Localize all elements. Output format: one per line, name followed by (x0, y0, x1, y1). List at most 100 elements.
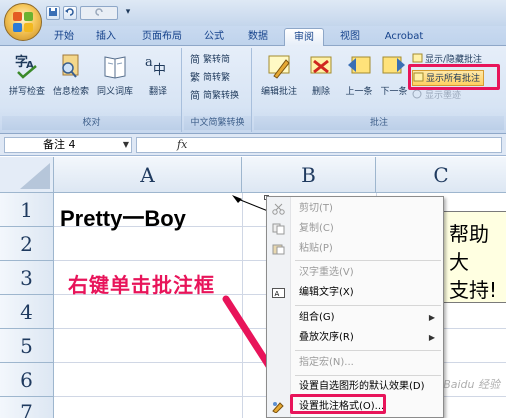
tab-acrobat[interactable]: Acrobat (378, 28, 430, 46)
svg-text:简: 简 (190, 53, 200, 64)
menu-item-label: 指定宏(N)... (299, 357, 354, 368)
chinese-conversion-label: 简繁转换 (203, 91, 240, 101)
menu-separator (295, 260, 441, 261)
menu-item-label: 编辑文字(X) (299, 287, 354, 298)
edit-text-icon: A (272, 287, 285, 299)
undo-icon[interactable] (63, 6, 77, 20)
menu-item-paste[interactable]: 粘贴(P) (267, 239, 443, 259)
row-header-3[interactable]: 3 (0, 261, 54, 295)
svg-text:繁: 繁 (190, 71, 200, 82)
group-proofing: 字A 拼写检查 信息检索 同义词库 a中 翻译 校对 (2, 48, 182, 132)
redo-icon[interactable] (80, 6, 118, 20)
menu-item-group[interactable]: 组合(G) ▶ (267, 308, 443, 328)
format-comment-icon (272, 401, 285, 414)
tab-formulas[interactable]: 公式 (196, 28, 232, 46)
research-button[interactable]: 信息检索 (50, 52, 92, 97)
trad-to-simp-button[interactable]: 简繁转简 (190, 52, 230, 68)
next-comment-button[interactable]: 下一条 (376, 52, 412, 97)
simp-to-trad-button[interactable]: 繁简转繁 (190, 70, 230, 86)
menu-item-assign-macro[interactable]: 指定宏(N)... (267, 353, 443, 373)
simp-to-trad-label: 简转繁 (203, 73, 231, 83)
column-header-a[interactable]: A (54, 157, 242, 193)
name-box-dropdown-icon[interactable]: ▼ (123, 138, 129, 152)
row-header-6[interactable]: 6 (0, 363, 54, 397)
tab-review[interactable]: 审阅 (284, 28, 324, 47)
highlight-format-comment (290, 394, 386, 414)
row-header-7[interactable]: 7 (0, 397, 54, 418)
submenu-arrow-icon: ▶ (428, 313, 435, 322)
svg-text:a: a (145, 55, 153, 70)
row-header-4[interactable]: 4 (0, 295, 54, 329)
column-header-c[interactable]: C (376, 157, 506, 193)
row-header-2[interactable]: 2 (0, 227, 54, 261)
scissors-icon (272, 203, 285, 215)
comment-line: 帮助大 (449, 222, 489, 274)
group-comments-label: 批注 (254, 116, 504, 130)
comment-line: 支持! (449, 278, 498, 302)
context-menu: 剪切(T) 复制(C) 粘贴(P) 汉字重选(V) A 编辑文字(X) 组合(G… (266, 196, 444, 418)
menu-item-label: 汉字重选(V) (299, 267, 354, 278)
svg-text:中: 中 (153, 63, 166, 78)
name-box[interactable]: 备注 4 ▼ (4, 137, 132, 153)
annotation-text: 右键单击批注框 (68, 273, 215, 297)
menu-separator (295, 375, 441, 376)
watermark: Baidu 经验 (443, 378, 500, 391)
trad-to-simp-icon: 简 (190, 53, 201, 66)
office-button[interactable] (4, 3, 42, 41)
trad-to-simp-label: 繁转简 (203, 55, 231, 65)
edit-comment-button[interactable]: 编辑批注 (258, 52, 300, 97)
menu-item-reconvert[interactable]: 汉字重选(V) (267, 263, 443, 283)
delete-comment-label: 删除 (311, 87, 330, 97)
chinese-conversion-icon: 简 (190, 89, 201, 102)
chinese-conversion-button[interactable]: 简简繁转换 (190, 88, 239, 104)
research-icon (58, 52, 84, 80)
show-ink-icon (412, 89, 423, 100)
menu-item-edit-text[interactable]: A 编辑文字(X) (267, 283, 443, 303)
tab-page-layout[interactable]: 页面布局 (134, 28, 190, 46)
menu-item-label: 复制(C) (299, 223, 334, 234)
menu-item-order[interactable]: 叠放次序(R) ▶ (267, 328, 443, 348)
submenu-arrow-icon: ▶ (428, 333, 435, 342)
menu-item-cut[interactable]: 剪切(T) (267, 199, 443, 219)
show-ink-button[interactable]: 显示墨迹 (412, 88, 461, 104)
delete-comment-icon (308, 52, 334, 80)
thesaurus-button[interactable]: 同义词库 (94, 52, 136, 97)
paste-icon (272, 243, 285, 255)
menu-item-label: 组合(G) (299, 312, 335, 323)
spell-check-label: 拼写检查 (8, 87, 45, 97)
column-header-b[interactable]: B (242, 157, 376, 193)
menu-item-copy[interactable]: 复制(C) (267, 219, 443, 239)
translate-button[interactable]: a中 翻译 (138, 52, 178, 97)
ribbon: 字A 拼写检查 信息检索 同义词库 a中 翻译 校对 简繁转简 繁 简转繁 简 … (0, 46, 506, 134)
office-logo-icon (12, 11, 34, 33)
research-label: 信息检索 (52, 87, 89, 97)
previous-comment-button[interactable]: 上一条 (340, 52, 378, 97)
formula-input[interactable]: fx (136, 137, 502, 153)
spell-check-icon: 字A (14, 52, 40, 80)
delete-comment-button[interactable]: 删除 (304, 52, 338, 97)
select-all-corner[interactable] (0, 157, 54, 193)
group-chinese-conversion: 简繁转简 繁简转繁 简简繁转换 中文简繁转换 (184, 48, 252, 132)
translate-icon: a中 (145, 52, 171, 80)
tab-data[interactable]: 数据 (240, 28, 276, 46)
tab-home[interactable]: 开始 (46, 28, 82, 46)
tab-view[interactable]: 视图 (332, 28, 368, 46)
tab-insert[interactable]: 插入 (88, 28, 124, 46)
show-hide-comment-icon (412, 53, 423, 64)
copy-icon (272, 223, 285, 235)
group-proofing-label: 校对 (2, 116, 181, 130)
menu-item-label: 粘贴(P) (299, 243, 333, 254)
row-header-5[interactable]: 5 (0, 329, 54, 363)
edit-comment-icon (266, 52, 292, 80)
title-bar: ▾ (0, 0, 506, 26)
qat-customize-dropdown[interactable]: ▾ (122, 6, 134, 20)
next-comment-icon (381, 52, 407, 80)
row-header-1[interactable]: 1 (0, 193, 54, 227)
translate-label: 翻译 (148, 87, 167, 97)
insert-function-button[interactable]: fx (177, 138, 187, 152)
cell-a1[interactable]: Pretty一Boy (60, 201, 186, 233)
save-icon[interactable] (46, 6, 60, 20)
ribbon-tabs: 开始 插入 页面布局 公式 数据 审阅 视图 Acrobat (0, 26, 506, 47)
formula-bar: 备注 4 ▼ fx (0, 134, 506, 156)
spell-check-button[interactable]: 字A 拼写检查 (6, 52, 48, 97)
